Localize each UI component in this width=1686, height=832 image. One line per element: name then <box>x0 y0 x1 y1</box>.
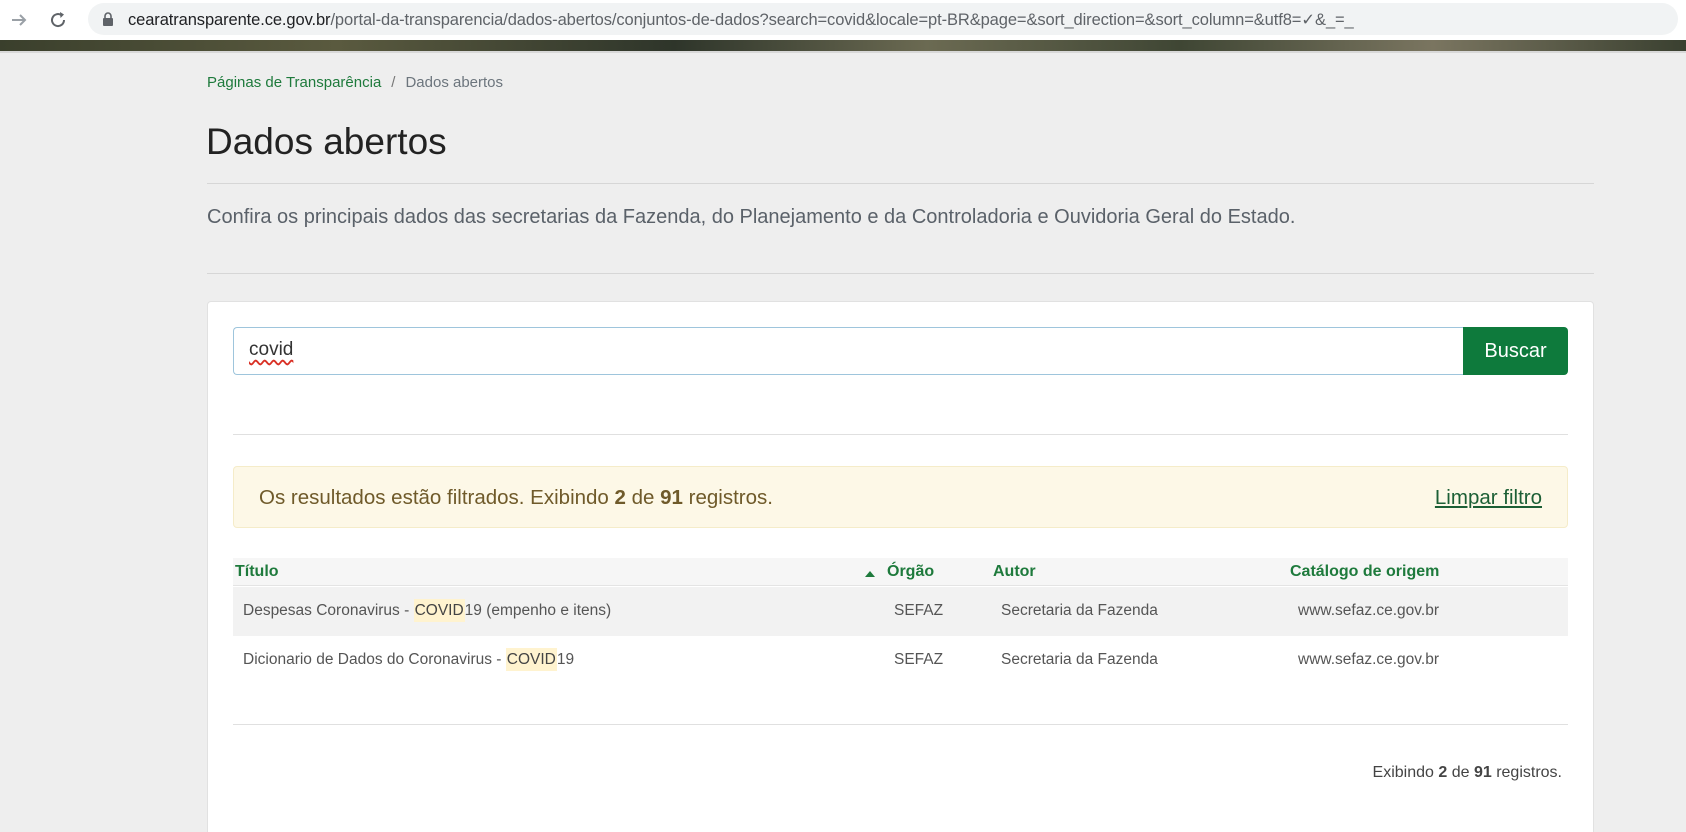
table-bottom-divider <box>233 724 1568 725</box>
alert-shown-count: 2 <box>614 486 626 509</box>
column-header-catalogo[interactable]: Catálogo de origem <box>1290 563 1439 581</box>
url-host: cearatransparente.ce.gov.br <box>128 11 331 29</box>
filter-alert: Os resultados estão filtrados. Exibindo … <box>233 466 1568 528</box>
search-highlight: COVID <box>413 599 465 622</box>
row-title-part: 19 <box>556 651 575 668</box>
url-text[interactable]: cearatransparente.ce.gov.br/portal-da-tr… <box>128 10 1354 30</box>
row-autor: Secretaria da Fazenda <box>1001 602 1158 619</box>
column-header-autor[interactable]: Autor <box>993 563 1036 581</box>
browser-toolbar: cearatransparente.ce.gov.br/portal-da-tr… <box>0 0 1686 40</box>
banner-divider <box>0 51 1686 53</box>
search-button[interactable]: Buscar <box>1463 327 1568 375</box>
row-catalogo: www.sefaz.ce.gov.br <box>1298 651 1439 668</box>
title-divider <box>207 183 1594 184</box>
breadcrumb-separator: / <box>391 74 396 91</box>
column-header-orgao[interactable]: Órgão <box>887 563 934 581</box>
page-description: Confira os principais dados das secretar… <box>207 206 1296 228</box>
results-count: Exibindo 2 de 91 registros. <box>1373 764 1562 782</box>
alert-prefix: Os resultados estão filtrados. Exibindo <box>259 486 615 509</box>
clear-filter-link[interactable]: Limpar filtro <box>1435 486 1542 510</box>
column-header-titulo[interactable]: Título <box>235 563 279 581</box>
alert-suffix: registros. <box>682 486 773 509</box>
table-row[interactable]: Despesas Coronavirus - COVID19 (empenho … <box>233 587 1568 636</box>
footer-total-count: 91 <box>1473 764 1492 781</box>
search-highlight: COVID <box>505 648 557 671</box>
alert-total-count: 91 <box>660 486 683 509</box>
row-title-part: Dicionario de Dados do Coronavirus - <box>243 651 506 668</box>
footer-shown-count: 2 <box>1438 764 1448 781</box>
reload-icon[interactable] <box>46 8 70 32</box>
lock-icon <box>103 12 113 26</box>
filter-alert-text: Os resultados estão filtrados. Exibindo … <box>259 486 773 510</box>
breadcrumb-current: Dados abertos <box>405 74 504 91</box>
row-catalogo: www.sefaz.ce.gov.br <box>1298 602 1439 619</box>
alert-middle: de <box>625 486 661 509</box>
description-divider <box>207 273 1594 274</box>
sort-ascending-icon[interactable] <box>865 571 875 577</box>
footer-suffix: registros. <box>1491 764 1562 781</box>
search-input[interactable] <box>233 327 1465 375</box>
footer-middle: de <box>1447 764 1474 781</box>
card-divider <box>233 434 1568 435</box>
breadcrumb: Páginas de Transparência / Dados abertos <box>207 74 503 91</box>
page-title: Dados abertos <box>206 121 447 162</box>
address-bar[interactable]: cearatransparente.ce.gov.br/portal-da-tr… <box>88 3 1678 35</box>
row-title-part: 19 (empenho e itens) <box>464 602 612 619</box>
url-path: /portal-da-transparencia/dados-abertos/c… <box>330 11 1354 29</box>
footer-prefix: Exibindo <box>1372 764 1439 781</box>
row-title-part: Despesas Coronavirus - <box>243 602 414 619</box>
row-title-link[interactable]: Dicionario de Dados do Coronavirus - COV… <box>243 648 575 671</box>
row-orgao: SEFAZ <box>894 651 944 668</box>
row-autor: Secretaria da Fazenda <box>1001 651 1158 668</box>
forward-icon[interactable] <box>7 8 31 32</box>
table-header: Título Órgão Autor Catálogo de origem <box>233 558 1568 586</box>
row-title-link[interactable]: Despesas Coronavirus - COVID19 (empenho … <box>243 599 612 622</box>
row-orgao: SEFAZ <box>894 602 944 619</box>
breadcrumb-link-transparency[interactable]: Páginas de Transparência <box>207 74 381 91</box>
table-row[interactable]: Dicionario de Dados do Coronavirus - COV… <box>233 636 1568 685</box>
